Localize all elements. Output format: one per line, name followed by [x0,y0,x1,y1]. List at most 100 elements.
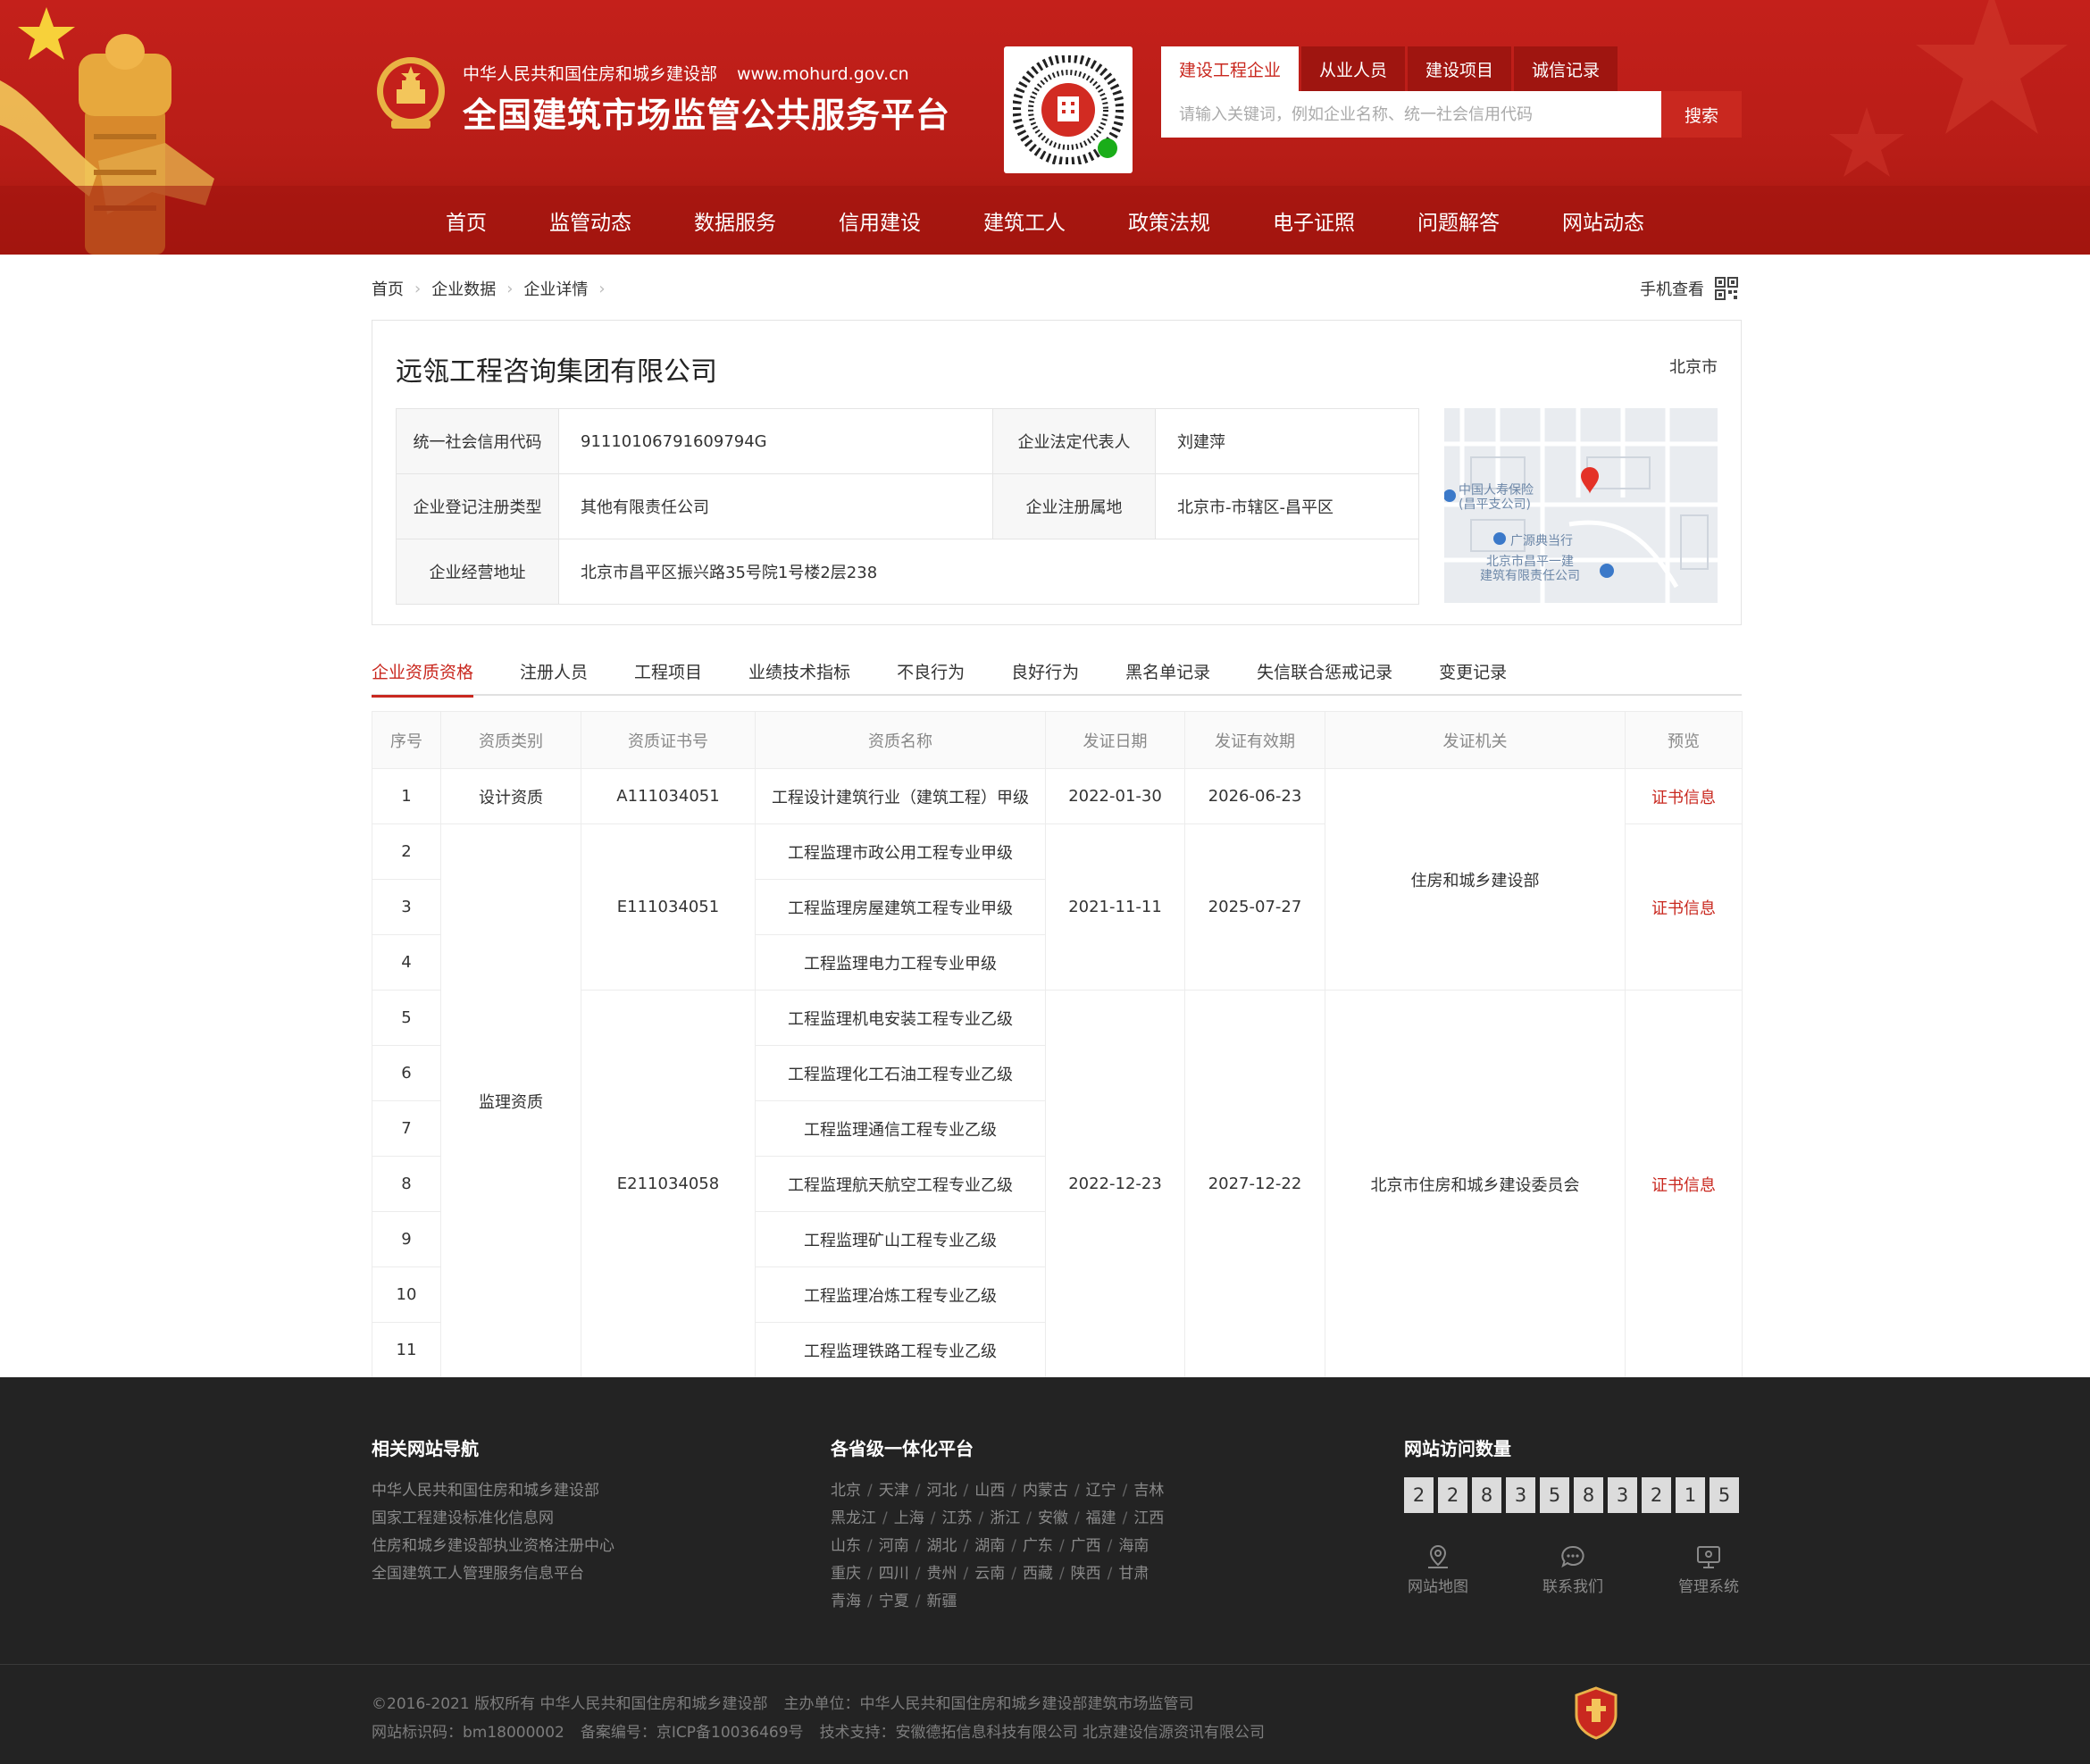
province-link[interactable]: 内蒙古 [1023,1482,1068,1500]
nav-credit[interactable]: 信用建设 [807,186,952,255]
tab-projects[interactable]: 工程项目 [634,659,702,696]
tab-blacklist[interactable]: 黑名单记录 [1125,659,1210,696]
province-link[interactable]: 西藏 [1023,1565,1053,1583]
nav-home[interactable]: 首页 [414,186,518,255]
qualification-table: 序号 资质类别 资质证书号 资质名称 发证日期 发证有效期 发证机关 预览 1 … [372,711,1743,1378]
tab-qualifications[interactable]: 企业资质资格 [372,659,474,698]
detail-tabs: 企业资质资格 注册人员 工程项目 业绩技术指标 不良行为 良好行为 黑名单记录 … [372,659,1742,698]
province-link[interactable]: 广西 [1071,1537,1101,1555]
site-title: 全国建筑市场监管公共服务平台 [463,96,951,135]
map-poi-label: 建筑有限责任公司 [1480,569,1580,583]
province-link[interactable]: 河北 [926,1482,957,1500]
province-link[interactable]: 云南 [974,1565,1005,1583]
nav-e-license[interactable]: 电子证照 [1241,186,1386,255]
province-link[interactable]: 甘肃 [1118,1565,1149,1583]
map-poi-pawnshop: 广源典当行 [1510,534,1573,548]
provincial-platforms-list: 北京 / 天津 / 河北 / 山西 / 内蒙古 / 辽宁 / 吉林 黑龙江 / 上海 / 江苏 / 浙江 / 安徽 / 福建 /… [831,1477,1164,1616]
related-link-standards[interactable]: 国家工程建设标准化信息网 [372,1505,614,1533]
icp-record-link[interactable]: 备案编号：京ICP备10036469号 [581,1724,804,1742]
chat-icon [1561,1545,1584,1568]
province-link[interactable]: 江西 [1133,1509,1164,1527]
province-link[interactable]: 浙江 [990,1509,1020,1527]
province-separator: / [963,1565,969,1583]
location-icon [1428,1544,1448,1568]
province-link[interactable]: 山西 [974,1482,1005,1500]
province-link[interactable]: 海南 [1118,1537,1149,1555]
visit-count-digit: 2 [1404,1477,1434,1513]
legal-rep-label: 企业法定代表人 [992,408,1156,474]
related-link-registration[interactable]: 住房和城乡建设部执业资格注册中心 [372,1533,614,1560]
province-link[interactable]: 辽宁 [1086,1482,1116,1500]
company-name: 远瓴工程咨询集团有限公司 [396,356,717,388]
province-link[interactable]: 宁夏 [879,1593,909,1610]
footer-divider [0,1664,2090,1665]
tab-joint-punishment[interactable]: 失信联合惩戒记录 [1257,659,1392,696]
gov-site-badge-icon[interactable] [1574,1686,1618,1740]
province-link[interactable]: 湖北 [926,1537,957,1555]
province-link[interactable]: 上海 [894,1509,924,1527]
province-separator: / [915,1482,921,1500]
province-link[interactable]: 新疆 [926,1593,957,1610]
province-link[interactable]: 广东 [1023,1537,1053,1555]
province-link[interactable]: 河南 [879,1537,909,1555]
cert-info-link[interactable]: 证书信息 [1651,1176,1716,1195]
province-link[interactable]: 北京 [831,1482,861,1500]
breadcrumb-enterprise-data[interactable]: 企业数据 [431,277,496,300]
nav-site-news[interactable]: 网站动态 [1531,186,1676,255]
province-separator: / [930,1509,936,1527]
table-row: 1 设计资质 A111034051 工程设计建筑行业（建筑工程）甲级 2022-… [372,768,1743,991]
search-tab-credit[interactable]: 诚信记录 [1514,46,1618,91]
contact-link[interactable]: 联系我们 [1533,1543,1613,1596]
search-tab-personnel[interactable]: 从业人员 [1301,46,1406,91]
province-link[interactable]: 青海 [831,1593,861,1610]
search-tab-enterprise[interactable]: 建设工程企业 [1161,46,1300,91]
province-link[interactable]: 陕西 [1071,1565,1101,1583]
qr-code-icon [1715,277,1738,300]
search-button[interactable]: 搜索 [1661,91,1742,138]
nav-faq[interactable]: 问题解答 [1386,186,1531,255]
province-separator: / [867,1537,873,1555]
issuing-authority: 住房和城乡建设部 [1325,768,1626,991]
cert-info-link[interactable]: 证书信息 [1651,899,1716,918]
ministry-url[interactable]: www.mohurd.gov.cn [737,64,909,84]
province-link[interactable]: 重庆 [831,1565,861,1583]
nav-supervision-news[interactable]: 监管动态 [518,186,663,255]
breadcrumb-home[interactable]: 首页 [372,277,404,300]
visit-counter: 2283583215 [1404,1477,1743,1513]
related-link-workers[interactable]: 全国建筑工人管理服务信息平台 [372,1560,614,1588]
company-info-table: 统一社会信用代码 91110106791609794G 企业法定代表人 刘建萍 … [396,408,1419,605]
search-input[interactable] [1161,91,1661,138]
tab-performance[interactable]: 业绩技术指标 [748,659,850,696]
province-link[interactable]: 湖南 [974,1537,1005,1555]
nav-policy[interactable]: 政策法规 [1097,186,1241,255]
copyright-text: ©2016-2021 版权所有 中华人民共和国住房和城乡建设部 [372,1695,768,1713]
sitemap-link[interactable]: 网站地图 [1398,1543,1478,1596]
tab-registered-staff[interactable]: 注册人员 [520,659,588,696]
mobile-view-link[interactable]: 手机查看 [1640,277,1738,300]
issue-date: 2022-12-23 [1045,990,1185,1378]
nav-data-service[interactable]: 数据服务 [663,186,807,255]
breadcrumb-enterprise-detail[interactable]: 企业详情 [523,277,588,300]
nav-workers[interactable]: 建筑工人 [952,186,1097,255]
province-link[interactable]: 贵州 [926,1565,957,1583]
company-city: 北京市 [1669,358,1718,377]
province-link[interactable]: 吉林 [1133,1482,1164,1500]
search-tab-projects[interactable]: 建设项目 [1408,46,1512,91]
cert-info-link[interactable]: 证书信息 [1651,789,1716,807]
province-link[interactable]: 黑龙江 [831,1509,876,1527]
province-link[interactable]: 四川 [879,1565,909,1583]
province-link[interactable]: 天津 [879,1482,909,1500]
tab-bad-conduct[interactable]: 不良行为 [897,659,965,696]
location-map[interactable]: 中国人寿保险 (昌平支公司) 广源典当行 北京市昌平一建 建筑有限责任公司 [1444,408,1718,603]
visit-count-digit: 1 [1676,1477,1705,1513]
province-link[interactable]: 江苏 [941,1509,972,1527]
province-link[interactable]: 福建 [1086,1509,1116,1527]
province-link[interactable]: 山东 [831,1537,861,1555]
admin-system-link[interactable]: 管理系统 [1668,1543,1749,1596]
qual-name: 工程监理通信工程专业乙级 [755,1100,1046,1157]
province-link[interactable]: 安徽 [1038,1509,1068,1527]
related-link-mohurd[interactable]: 中华人民共和国住房和城乡建设部 [372,1477,614,1505]
tab-change-records[interactable]: 变更记录 [1439,659,1507,696]
province-row: 重庆 / 四川 / 贵州 / 云南 / 西藏 / 陕西 / 甘肃 [831,1560,1164,1588]
tab-good-conduct[interactable]: 良好行为 [1011,659,1079,696]
